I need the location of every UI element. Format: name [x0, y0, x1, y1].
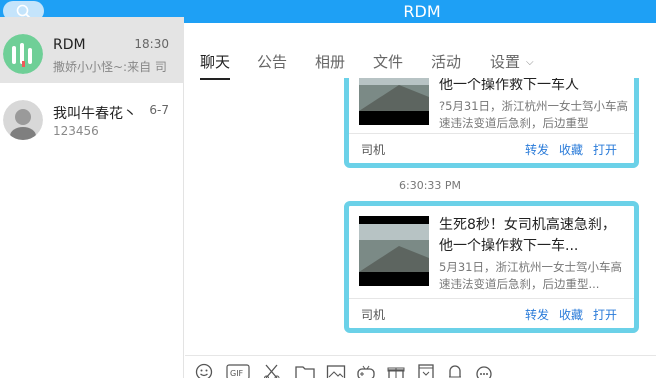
gift-icon[interactable]: [386, 363, 406, 378]
conversation-time: 6-7: [149, 103, 169, 117]
conversation-time: 18:30: [134, 37, 169, 51]
tab-album[interactable]: 相册: [315, 51, 345, 72]
conversation-name: 我叫牛春花丶: [53, 106, 137, 122]
video-thumbnail[interactable]: [359, 78, 429, 125]
scissors-icon[interactable]: [263, 363, 283, 378]
conversation-preview: 撒娇小小怪~:来自 司: [53, 60, 167, 74]
card-description: ?5月31日，浙江杭州一女士驾小车高速违法变道后急刹，后边重型: [439, 99, 629, 130]
tab-settings-label: 设置: [490, 53, 521, 71]
conversation-item[interactable]: 我叫牛春花丶 6-7 123456: [0, 83, 184, 149]
open-button[interactable]: 打开: [593, 306, 617, 323]
gif-icon[interactable]: GIF: [226, 363, 250, 378]
message-list[interactable]: 生死8秒！女司机高速急刹，他一个操作救下一车人 ?5月31日，浙江杭州一女士驾小…: [185, 78, 656, 353]
link-card-message[interactable]: 生死8秒！女司机高速急刹，他一个操作救下一车人 ?5月31日，浙江杭州一女士驾小…: [344, 78, 639, 168]
card-source: 司机: [361, 143, 386, 157]
favorite-button[interactable]: 收藏: [559, 306, 583, 323]
tab-settings[interactable]: 设置 ⌵: [490, 51, 534, 72]
tab-announcement[interactable]: 公告: [257, 51, 287, 72]
conversation-name: RDM: [53, 37, 86, 53]
bell-icon[interactable]: [446, 363, 466, 378]
link-card-message[interactable]: 生死8秒！女司机高速急刹，他一个操作救下一车... 5月31日，浙江杭州一女士驾…: [344, 201, 639, 333]
conversation-item[interactable]: RDM 18:30 撒娇小小怪~:来自 司: [0, 17, 184, 83]
tab-files[interactable]: 文件: [373, 51, 403, 72]
avatar: [3, 100, 43, 140]
forward-button[interactable]: 转发: [525, 306, 549, 323]
tab-activities[interactable]: 活动: [431, 51, 461, 72]
forward-button[interactable]: 转发: [525, 141, 549, 158]
card-source: 司机: [361, 308, 386, 322]
card-title: 生死8秒！女司机高速急刹，他一个操作救下一车...: [439, 217, 616, 254]
file-download-icon[interactable]: [416, 363, 436, 378]
card-description: 5月31日，浙江杭州一女士驾小车高速违法变道后急刹，后边重型...: [439, 260, 622, 291]
open-button[interactable]: 打开: [593, 141, 617, 158]
favorite-button[interactable]: 收藏: [559, 141, 583, 158]
card-footer: 司机 转发 收藏 打开: [349, 133, 634, 163]
gif-label: GIF: [230, 369, 244, 378]
card-footer: 司机 转发 收藏 打开: [349, 298, 634, 328]
avatar: [3, 34, 43, 74]
game-controller-icon[interactable]: [356, 363, 376, 378]
smiley-icon[interactable]: [195, 363, 215, 378]
video-thumbnail[interactable]: [359, 216, 429, 286]
tab-chat[interactable]: 聊天: [200, 51, 231, 80]
card-title: 生死8秒！女司机高速急刹，他一个操作救下一车人: [439, 78, 579, 93]
chevron-down-icon: ⌵: [526, 57, 534, 68]
input-toolbar: GIF: [185, 355, 656, 378]
conversation-list: RDM 18:30 撒娇小小怪~:来自 司 我叫牛春花丶 6-7 123456: [0, 17, 184, 378]
folder-icon[interactable]: [295, 363, 315, 378]
more-icon[interactable]: [475, 363, 495, 378]
conversation-preview: 123456: [53, 124, 99, 138]
image-icon[interactable]: [326, 363, 346, 378]
message-timestamp: 6:30:33 PM: [399, 179, 462, 192]
